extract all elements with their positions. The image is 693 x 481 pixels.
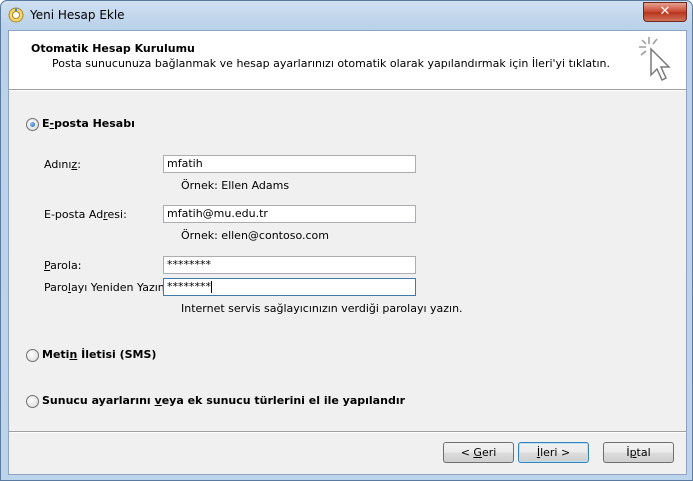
password-retype-label: Parolayı Yeniden Yazın: <box>44 281 169 294</box>
window-title: Yeni Hesap Ekle <box>30 8 125 22</box>
name-input[interactable]: mfatih <box>163 155 416 173</box>
email-address-input[interactable]: mfatih@mu.edu.tr <box>163 205 416 223</box>
name-hint: Örnek: Ellen Adams <box>181 179 290 192</box>
header-divider-highlight <box>9 90 686 91</box>
header-description: Posta sunucunuza bağlanmak ve hesap ayar… <box>52 57 610 70</box>
password-hint: Internet servis sağlayıcınızın verdiği p… <box>181 302 463 315</box>
email-account-label[interactable]: E-posta Hesabı <box>42 117 135 130</box>
dialog-window: Yeni Hesap Ekle ✕ Otomatik Hesap Kurulum… <box>0 0 693 481</box>
sms-radio[interactable] <box>26 349 39 362</box>
header-title: Otomatik Hesap Kurulumu <box>31 42 195 55</box>
title-bar[interactable]: Yeni Hesap Ekle ✕ <box>1 1 692 29</box>
next-button[interactable]: İleri > <box>518 442 589 463</box>
email-address-hint: Örnek: ellen@contoso.com <box>181 229 329 242</box>
back-button[interactable]: < Geri <box>443 442 514 463</box>
email-account-radio[interactable] <box>26 118 39 131</box>
password-retype-value: ******** <box>167 280 211 293</box>
name-label: Adınız: <box>44 158 81 171</box>
email-address-label: E-posta Adresi: <box>44 208 127 221</box>
outlook-app-icon <box>8 7 24 23</box>
sms-label[interactable]: Metin İletisi (SMS) <box>42 348 156 361</box>
dialog-client: Otomatik Hesap Kurulumu Posta sunucunuza… <box>8 30 687 475</box>
cancel-button[interactable]: İptal <box>603 442 674 463</box>
wizard-header: Otomatik Hesap Kurulumu Posta sunucunuza… <box>9 31 686 89</box>
close-button[interactable]: ✕ <box>643 2 687 22</box>
password-retype-input[interactable]: ******** <box>163 278 416 296</box>
password-label: Parola: <box>44 259 82 272</box>
manual-config-radio[interactable] <box>26 395 39 408</box>
password-input[interactable]: ******** <box>163 256 416 274</box>
footer-divider-highlight <box>9 432 686 433</box>
close-icon: ✕ <box>659 4 671 19</box>
manual-config-label[interactable]: Sunucu ayarlarını veya ek sunucu türleri… <box>42 394 405 407</box>
text-caret <box>211 281 212 293</box>
cursor-sparkle-icon <box>639 37 671 82</box>
